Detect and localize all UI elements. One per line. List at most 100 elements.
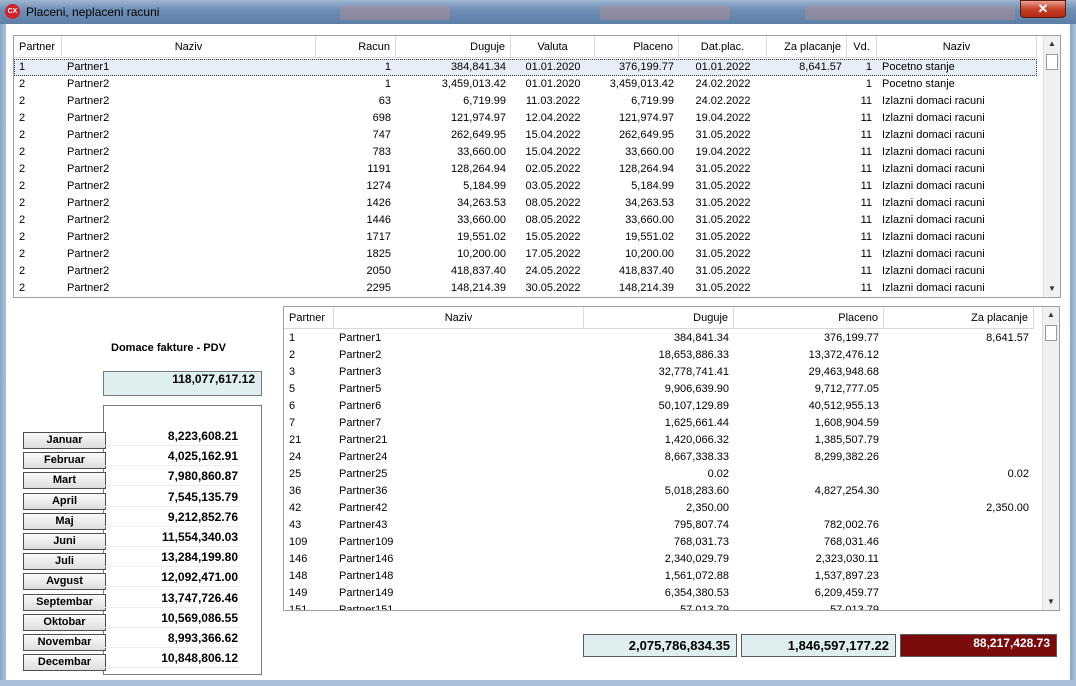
month-button-septembar[interactable]: Septembar [23,593,106,611]
table-cell: 2295 [366,282,391,294]
month-value: 7,545,135.79 [104,487,240,507]
table-cell: 3 [289,366,296,378]
month-button-januar[interactable]: Januar [23,432,106,449]
window-client-area: Partner Naziv Racun Duguje Valuta Placeno Dat.… [6,24,1070,680]
month-button-juli[interactable]: Juli [23,553,106,571]
month-value: 12,092,471.00 [104,567,240,588]
table-row[interactable]: 42 Partner42 2,350.00 2,350.00 [284,500,1034,517]
month-button-mart[interactable]: Mart [23,472,106,490]
month-button-avgust[interactable]: Avgust [23,573,106,591]
column-header[interactable]: Valuta [511,36,595,57]
table-row[interactable]: 2 Partner2 747 262,649.95 15.04.2022 262,649.… [14,127,1037,144]
table-cell: 2 [19,163,26,175]
table-cell: 31.05.2022 [695,231,751,243]
table-cell [767,110,847,127]
column-header[interactable]: Placeno [734,307,884,328]
column-header[interactable]: Naziv [334,307,584,328]
table-row[interactable]: 43 Partner43 795,807.74 782,002.76 [284,517,1034,534]
table-row[interactable]: 36 Partner36 5,018,283.60 4,827,254.30 [284,483,1034,500]
table-row[interactable]: 2 Partner2 783 33,660.00 15.04.2022 33,660.00… [14,144,1037,161]
table-row[interactable]: 1 Partner1 384,841.34 376,199.77 8,641.57 [284,330,1034,347]
table-row[interactable]: 2 Partner2 1426 34,263.53 08.05.2022 34,263.5… [14,195,1037,212]
table-cell: 2 [19,129,26,141]
month-button-maj[interactable]: Maj [23,512,106,530]
table-cell: 02.05.2022 [525,163,581,175]
table-cell: 33,660.00 [457,146,506,158]
table-cell: Partner146 [339,553,394,565]
table-row[interactable]: 146 Partner146 2,340,029.79 2,323,030.11 [284,551,1034,568]
table-cell: 10,200.00 [625,248,674,260]
scroll-down-icon[interactable]: ▼ [1044,281,1060,297]
table-row[interactable]: 109 Partner109 768,031.73 768,031.46 [284,534,1034,551]
column-header[interactable]: Za placanje [767,36,847,57]
scroll-up-icon[interactable]: ▲ [1043,307,1059,323]
scroll-up-icon[interactable]: ▲ [1044,36,1060,52]
month-button-oktobar[interactable]: Oktobar [23,613,106,631]
table-row[interactable]: 2 Partner2 2050 418,837.40 24.05.2022 418,837… [14,263,1037,280]
table-row[interactable]: 2 Partner2 698 121,974.97 12.04.2022 121,974.… [14,110,1037,127]
table-cell: 1 [19,61,26,73]
table-row[interactable]: 7 Partner7 1,625,661.44 1,608,904.59 [284,415,1034,432]
table-cell: 376,199.77 [618,61,674,73]
table-cell: 11 [860,129,872,141]
month-button-juni[interactable]: Juni [23,533,106,550]
table-row[interactable]: 2 Partner2 1191 128,264.94 02.05.2022 128,264… [14,161,1037,178]
table-row[interactable]: 2 Partner2 1717 19,551.02 15.05.2022 19,551.0… [14,229,1037,246]
table-row[interactable]: 2 Partner2 63 6,719.99 11.03.2022 6,719.99 24.… [14,93,1037,110]
table-cell: Izlazni domaci racuni [882,197,985,209]
table-row[interactable]: 2 Partner2 1 3,459,013.42 01.01.2020 3,459,01… [14,76,1037,93]
invoices-grid[interactable]: Partner Naziv Racun Duguje Valuta Placeno Dat.… [13,35,1061,298]
table-row[interactable]: 149 Partner149 6,354,380.53 6,209,459.77 [284,585,1034,602]
table-row[interactable]: 2 Partner2 1446 33,660.00 08.05.2022 33,660.0… [14,212,1037,229]
close-button[interactable]: ✕ [1020,0,1066,18]
column-header[interactable]: Partner [14,36,62,57]
table-cell: Izlazni domaci racuni [882,214,985,226]
column-header[interactable]: Partner [284,307,334,328]
table-cell: 8,641.57 [799,61,842,73]
table-row[interactable]: 2 Partner2 1825 10,200.00 17.05.2022 10,200.0… [14,246,1037,263]
column-header[interactable]: Za placanje [884,307,1034,328]
table-cell: 25 [289,468,302,480]
table-cell: 2 [19,214,26,226]
table-cell: 9,712,777.05 [814,383,879,395]
table-row[interactable]: 5 Partner5 9,906,639.90 9,712,777.05 [284,381,1034,398]
table-row[interactable]: 24 Partner24 8,667,338.33 8,299,382.26 [284,449,1034,466]
table-row[interactable]: 21 Partner21 1,420,066.32 1,385,507.79 [284,432,1034,449]
scroll-down-icon[interactable]: ▼ [1043,594,1059,610]
table-row[interactable]: 2 Partner2 2295 148,214.39 30.05.2022 148,214… [14,280,1037,297]
column-header[interactable]: Dat.plac. [679,36,767,57]
scroll-thumb[interactable] [1045,325,1057,341]
table-cell: Izlazni domaci racuni [882,282,985,294]
month-button-februar[interactable]: Februar [23,452,106,470]
table-cell: 2 [289,349,296,361]
table-cell [767,93,847,110]
table-row[interactable]: 3 Partner3 32,778,741.41 29,463,948.68 [284,364,1034,381]
column-header[interactable]: Naziv [877,36,1037,57]
month-button-decembar[interactable]: Decembar [23,654,106,672]
table-row[interactable]: 151 Partner151 57,013.79 57,013.79 [284,602,1034,610]
month-button-novembar[interactable]: Novembar [23,634,106,651]
column-header[interactable]: Vd. [847,36,877,57]
table-cell: Izlazni domaci racuni [882,163,985,175]
column-header[interactable]: Duguje [584,307,734,328]
month-button-april[interactable]: April [23,492,106,510]
scroll-thumb[interactable] [1046,54,1058,70]
column-header[interactable]: Naziv [62,36,316,57]
column-header[interactable]: Duguje [396,36,511,57]
table-cell: 11 [860,112,872,124]
table-row[interactable]: 25 Partner25 0.02 0.02 [284,466,1034,483]
partners-grid-scrollbar[interactable]: ▲ ▼ [1042,307,1059,610]
table-cell: Partner36 [339,485,388,497]
partners-grid[interactable]: Partner Naziv Duguje Placeno Za placanje 1 Pa… [283,306,1060,611]
table-row[interactable]: 1 Partner1 1 384,841.34 01.01.2020 376,199.77… [14,59,1037,76]
column-header[interactable]: Racun [316,36,396,57]
table-cell [734,500,884,517]
table-row[interactable]: 6 Partner6 50,107,129.89 40,512,955.13 [284,398,1034,415]
column-header[interactable]: Placeno [595,36,679,57]
invoices-grid-scrollbar[interactable]: ▲ ▼ [1043,36,1060,297]
table-row[interactable]: 2 Partner2 18,653,886.33 13,372,476.12 [284,347,1034,364]
table-cell: 33,660.00 [457,214,506,226]
table-row[interactable]: 2 Partner2 1274 5,184.99 03.05.2022 5,184.99 3… [14,178,1037,195]
table-row[interactable]: 148 Partner148 1,561,072.88 1,537,897.23 [284,568,1034,585]
table-cell: Partner2 [67,248,110,260]
